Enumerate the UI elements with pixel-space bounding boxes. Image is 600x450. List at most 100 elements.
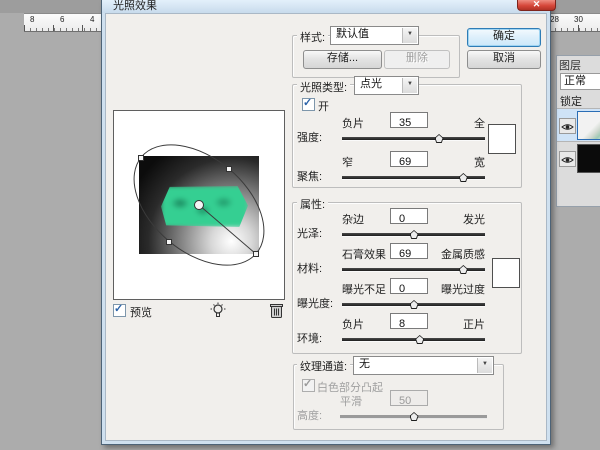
slider-label: 强度:: [297, 129, 322, 145]
layers-tab[interactable]: 图层: [559, 57, 581, 73]
slider-max-label: 金属质感: [441, 246, 485, 262]
slider-min-label: 负片: [342, 316, 364, 332]
eye-icon[interactable]: [559, 118, 576, 134]
light-handle[interactable]: [139, 156, 144, 161]
intensity-value-box: [390, 112, 428, 128]
lock-label: 锁定: [560, 93, 582, 109]
ok-button[interactable]: 确定: [467, 28, 541, 47]
light-bulb-icon[interactable]: [209, 302, 227, 320]
height-slider-row: 高度: 平滑: [297, 393, 489, 425]
slider-min-label: 平滑: [340, 393, 362, 409]
material-value-box: [390, 243, 428, 259]
texture-channel-label: 纹理通道:: [297, 358, 350, 374]
slider-min-label: 石膏效果: [342, 246, 386, 262]
exposure-track[interactable]: [342, 303, 485, 307]
preview-controls: 预览: [113, 302, 285, 320]
height-thumb[interactable]: [410, 412, 419, 421]
material-slider-row: 材料: 石膏效果 金属质感: [297, 246, 489, 278]
preview-checkbox-label: 预览: [130, 304, 152, 320]
style-dropdown[interactable]: 默认值 ▼: [330, 26, 419, 45]
save-button[interactable]: 存储...: [303, 50, 382, 69]
white-is-high-checkbox[interactable]: [302, 379, 315, 392]
ruler-ticks: [24, 25, 103, 31]
focus-track[interactable]: [342, 176, 485, 180]
eye-icon[interactable]: [559, 151, 576, 167]
chevron-down-icon[interactable]: ▼: [402, 78, 417, 93]
lighting-effects-dialog: 光照效果 ✕ 预览: [101, 0, 551, 445]
slider-label: 材料:: [297, 260, 322, 276]
light-type-dropdown[interactable]: 点光 ▼: [354, 76, 419, 95]
gloss-track[interactable]: [342, 233, 485, 237]
exposure-input[interactable]: [391, 282, 435, 296]
slider-max-label: 宽: [474, 154, 485, 170]
dialog-title: 光照效果: [113, 0, 157, 13]
chevron-down-icon[interactable]: ▼: [477, 358, 492, 373]
layers-panel: 图层 正常 锁定: [556, 55, 600, 207]
properties-label: 属性:: [297, 196, 328, 212]
ruler-ticks: [549, 25, 600, 31]
layer-row[interactable]: [557, 141, 600, 174]
height-value-box: [390, 390, 428, 406]
gloss-input[interactable]: [391, 212, 435, 226]
light-handle[interactable]: [167, 240, 172, 245]
ruler-number: 28: [550, 15, 559, 24]
light-center-handle[interactable]: [195, 201, 204, 210]
ruler-horizontal-right: 28 30: [549, 13, 600, 32]
layer-thumbnail[interactable]: [577, 111, 600, 140]
delete-button[interactable]: 删除: [384, 50, 450, 69]
slider-min-label: 曝光不足: [342, 281, 386, 297]
light-direction-line: [199, 205, 256, 254]
focus-input[interactable]: [391, 155, 435, 169]
focus-value-box: [390, 151, 428, 167]
texture-channel-value: 无: [359, 358, 370, 370]
slider-max-label: 全: [474, 115, 485, 131]
ambience-thumb[interactable]: [415, 335, 424, 344]
intensity-thumb[interactable]: [435, 134, 444, 143]
light-on-label: 开: [318, 98, 329, 114]
light-color-swatch[interactable]: [488, 124, 516, 154]
cancel-button[interactable]: 取消: [467, 50, 541, 69]
preview-checkbox[interactable]: [113, 304, 126, 317]
light-on-checkbox[interactable]: [302, 98, 315, 111]
trash-icon[interactable]: [269, 302, 287, 320]
light-handle[interactable]: [227, 167, 232, 172]
light-ellipse-widget[interactable]: [114, 111, 284, 299]
screen: 8 6 4 28 30 图层 正常 锁定: [0, 0, 600, 450]
gloss-thumb[interactable]: [410, 230, 419, 239]
height-input[interactable]: [391, 394, 435, 408]
light-handle[interactable]: [254, 252, 259, 257]
intensity-slider-row: 强度: 负片 全: [297, 115, 489, 147]
ambience-track[interactable]: [342, 338, 485, 342]
dialog-titlebar[interactable]: 光照效果 ✕: [102, 0, 550, 13]
focus-thumb[interactable]: [459, 173, 468, 182]
slider-label: 曝光度:: [297, 295, 333, 311]
layer-thumbnail[interactable]: [577, 144, 600, 173]
slider-label: 高度:: [297, 407, 322, 423]
layer-row[interactable]: [557, 108, 600, 141]
texture-channel-dropdown[interactable]: 无 ▼: [353, 356, 494, 375]
intensity-input[interactable]: [391, 116, 435, 130]
ambience-input[interactable]: [391, 317, 435, 331]
ruler-horizontal-left: 8 6 4: [24, 13, 103, 32]
slider-min-label: 负片: [342, 115, 364, 131]
ruler-number: 30: [574, 15, 583, 24]
material-input[interactable]: [391, 247, 435, 261]
chevron-down-icon[interactable]: ▼: [402, 28, 417, 43]
exposure-thumb[interactable]: [410, 300, 419, 309]
material-color-swatch[interactable]: [492, 258, 520, 288]
preview-frame: [113, 110, 285, 300]
ambience-value-box: [390, 313, 428, 329]
material-track[interactable]: [342, 268, 485, 272]
close-icon[interactable]: ✕: [517, 0, 556, 11]
slider-label: 聚焦:: [297, 168, 322, 184]
blend-mode-dropdown[interactable]: 正常: [560, 73, 600, 90]
gloss-slider-row: 光泽: 杂边 发光: [297, 211, 489, 243]
slider-label: 环境:: [297, 330, 322, 346]
ambience-slider-row: 环境: 负片 正片: [297, 316, 489, 348]
material-thumb[interactable]: [459, 265, 468, 274]
slider-min-label: 杂边: [342, 211, 364, 227]
ruler-number: 6: [60, 15, 64, 24]
slider-max-label: 曝光过度: [441, 281, 485, 297]
intensity-track[interactable]: [342, 137, 485, 141]
height-track[interactable]: [340, 415, 487, 419]
